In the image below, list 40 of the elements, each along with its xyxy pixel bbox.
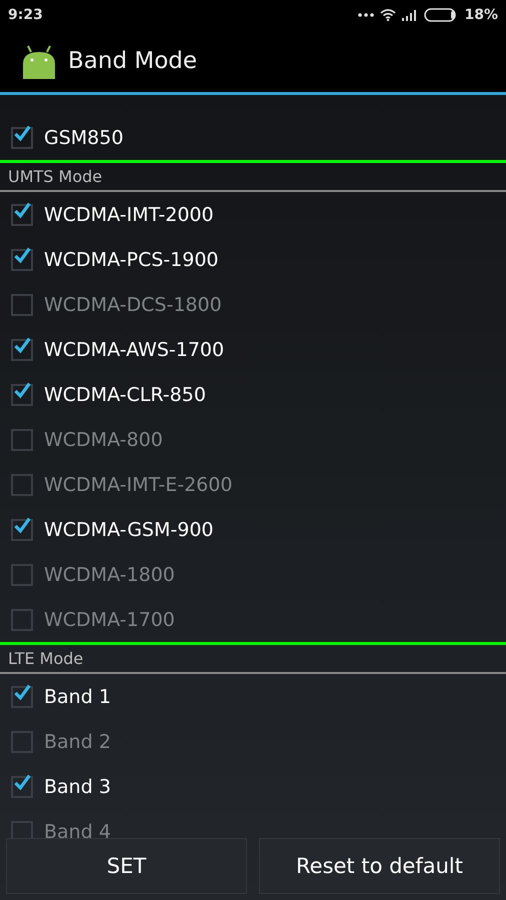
checkbox[interactable] (11, 776, 33, 798)
band-label: WCDMA-PCS-1900 (44, 248, 219, 270)
signal-icon (402, 9, 418, 21)
checkbox[interactable] (11, 338, 33, 360)
band-label: WCDMA-1800 (44, 564, 175, 586)
checkbox[interactable] (11, 608, 33, 630)
band-label: GSM850 (44, 126, 124, 148)
band-label: Band 1 (44, 686, 111, 708)
more-icon (358, 13, 374, 17)
battery-percent: 18% (464, 7, 498, 23)
band-label: WCDMA-DCS-1800 (44, 294, 222, 316)
band-label: WCDMA-IMT-E-2600 (44, 474, 232, 496)
battery-icon (424, 8, 458, 22)
wifi-icon (380, 9, 396, 21)
checkbox[interactable] (11, 474, 33, 496)
app-title: Band Mode (68, 48, 198, 74)
checkbox[interactable] (11, 564, 33, 586)
clock-time: 9:23 (8, 7, 43, 23)
checkbox[interactable] (11, 518, 33, 540)
set-button[interactable]: SET (6, 838, 247, 894)
checkbox[interactable] (11, 126, 33, 148)
band-label: WCDMA-800 (44, 428, 163, 450)
checkbox[interactable] (11, 294, 33, 316)
checkbox[interactable] (11, 686, 33, 708)
band-label: WCDMA-GSM-900 (44, 518, 214, 540)
checkbox[interactable] (11, 730, 33, 752)
section-title: UMTS Mode (8, 167, 102, 186)
band-label: WCDMA-AWS-1700 (44, 338, 224, 360)
band-label: WCDMA-1700 (44, 608, 175, 630)
band-label: Band 4 (44, 820, 111, 838)
checkbox[interactable] (11, 248, 33, 270)
section-title: LTE Mode (8, 649, 84, 668)
checkbox[interactable] (11, 384, 33, 406)
checkbox[interactable] (11, 204, 33, 226)
band-label: Band 2 (44, 730, 111, 752)
reset-button[interactable]: Reset to default (259, 838, 500, 894)
band-label: WCDMA-CLR-850 (44, 384, 206, 406)
band-label: Band 3 (44, 776, 111, 798)
band-label: WCDMA-IMT-2000 (44, 204, 214, 226)
checkbox[interactable] (11, 428, 33, 450)
